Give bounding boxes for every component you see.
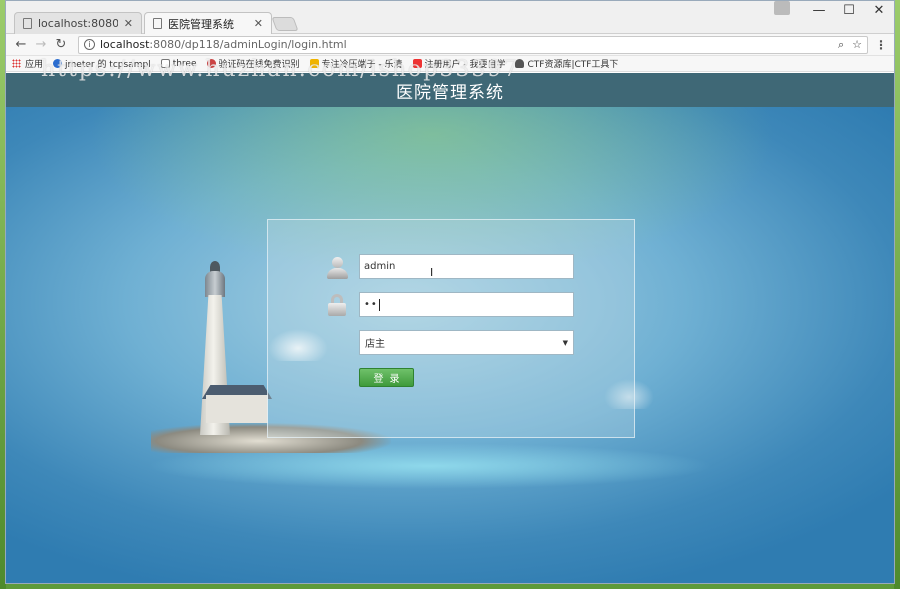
bookmark-label: CTF资源库|CTF工具下 bbox=[527, 60, 619, 70]
password-input[interactable]: •• bbox=[359, 292, 574, 317]
tab-label: localhost:8080/webtoo bbox=[38, 17, 118, 30]
new-tab-button[interactable] bbox=[271, 17, 299, 31]
lock-icon bbox=[326, 294, 348, 316]
close-window-button[interactable]: ✕ bbox=[864, 1, 894, 21]
window-controls: — ☐ ✕ bbox=[774, 1, 894, 21]
bookmark-star-icon[interactable]: ☆ bbox=[852, 38, 862, 51]
lighthouse-house bbox=[206, 395, 268, 423]
address-bar[interactable]: i localhost:8080/dp118/adminLogin/login.… bbox=[78, 35, 868, 54]
url-host: localhost bbox=[100, 38, 150, 51]
username-value: admin bbox=[364, 261, 396, 272]
bookmark-apps[interactable]: 应用 bbox=[12, 57, 43, 70]
user-icon bbox=[326, 257, 348, 279]
browser-toolbar: ← → ↻ i localhost:8080/dp118/adminLogin/… bbox=[6, 34, 894, 56]
chevron-down-icon: ▼ bbox=[562, 338, 568, 347]
tab-hospital-system[interactable]: 医院管理系统 ✕ bbox=[144, 12, 272, 34]
page-content: 医院管理系统 admin •• 店主 ▼ 登录 I bbox=[6, 73, 894, 583]
close-icon[interactable]: ✕ bbox=[124, 17, 133, 30]
login-button[interactable]: 登录 bbox=[359, 368, 414, 387]
login-panel: admin •• 店主 ▼ 登录 bbox=[267, 219, 635, 438]
maximize-button[interactable]: ☐ bbox=[834, 1, 864, 21]
menu-icon[interactable]: ⋮ bbox=[874, 38, 888, 52]
close-icon[interactable]: ✕ bbox=[254, 17, 263, 30]
url-path: :8080/dp118/adminLogin/login.html bbox=[149, 38, 347, 51]
text-caret bbox=[378, 298, 380, 311]
tab-label: 医院管理系统 bbox=[168, 17, 234, 31]
apps-icon bbox=[12, 59, 21, 68]
role-select[interactable]: 店主 ▼ bbox=[359, 330, 574, 355]
page-icon bbox=[153, 18, 162, 29]
browser-window: localhost:8080/webtoo ✕ 医院管理系统 ✕ — ☐ ✕ ←… bbox=[5, 0, 895, 584]
back-arrow-icon[interactable]: ← bbox=[12, 37, 30, 52]
page-icon bbox=[23, 18, 32, 29]
password-value: •• bbox=[364, 299, 378, 310]
watermark-text: https://www.huzhan.com/ishop33397 bbox=[41, 57, 520, 82]
role-select-value: 店主 bbox=[365, 339, 385, 350]
zoom-icon[interactable]: ⌕ bbox=[838, 38, 844, 52]
tab-strip: localhost:8080/webtoo ✕ 医院管理系统 ✕ — ☐ ✕ bbox=[6, 1, 894, 34]
info-icon[interactable]: i bbox=[84, 39, 95, 50]
tab-localhost[interactable]: localhost:8080/webtoo ✕ bbox=[14, 12, 142, 34]
bookmark-ctf[interactable]: CTF资源库|CTF工具下 bbox=[515, 57, 618, 70]
forward-arrow-icon[interactable]: → bbox=[32, 37, 50, 52]
user-profile-icon[interactable] bbox=[774, 1, 790, 15]
username-input[interactable]: admin bbox=[359, 254, 574, 279]
reload-icon[interactable]: ↻ bbox=[52, 37, 70, 52]
mouse-cursor-ibeam-icon: I bbox=[430, 266, 434, 279]
minimize-button[interactable]: — bbox=[804, 1, 834, 21]
